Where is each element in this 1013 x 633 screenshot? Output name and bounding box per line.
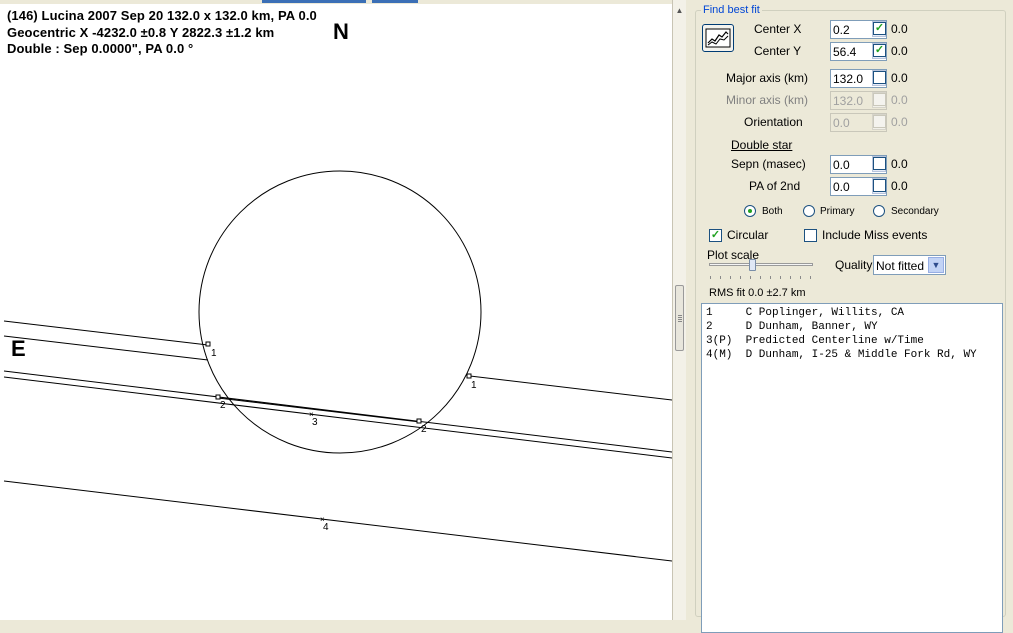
pa2-check-value: 0.0 bbox=[891, 179, 908, 193]
minor-axis-label: Minor axis (km) bbox=[726, 93, 809, 107]
pa2-checkbox[interactable] bbox=[873, 179, 886, 192]
asteroid-outline bbox=[198, 170, 482, 454]
major-axis-check-value: 0.0 bbox=[891, 71, 908, 85]
chord-2-lower bbox=[3, 376, 672, 459]
list-item[interactable]: 3(P) Predicted Centerline w/Time bbox=[706, 335, 924, 347]
chord-label-2b: 2 bbox=[421, 424, 427, 435]
plot-area: (146) Lucina 2007 Sep 20 132.0 x 132.0 k… bbox=[0, 0, 672, 620]
major-axis-checkbox[interactable] bbox=[873, 71, 886, 84]
find-best-fit-title: Find best fit bbox=[701, 4, 762, 16]
occultation-diagram: × × 1 1 2 2 3 4 bbox=[3, 170, 672, 562]
list-item[interactable]: 1 C Poplinger, Willits, CA bbox=[706, 307, 904, 319]
double-star-heading: Double star bbox=[731, 138, 793, 152]
minor-axis-check-value: 0.0 bbox=[891, 93, 908, 107]
scroll-up-arrow-icon[interactable]: ▲ bbox=[673, 4, 686, 17]
include-miss-checkbox[interactable] bbox=[804, 229, 817, 242]
chord-label-4: 4 bbox=[323, 522, 329, 533]
include-miss-label: Include Miss events bbox=[822, 228, 928, 242]
pa2-label: PA of 2nd bbox=[749, 179, 801, 193]
circular-checkbox[interactable]: ✓ bbox=[709, 229, 722, 242]
marker-2b bbox=[416, 418, 422, 424]
list-item[interactable]: 4(M) D Dunham, I-25 & Middle Fork Rd, WY bbox=[706, 349, 977, 361]
center-y-check-value: 0.0 bbox=[891, 44, 908, 58]
plot-scale-slider-track[interactable] bbox=[709, 263, 813, 266]
marker-2a bbox=[215, 394, 221, 400]
chevron-down-icon[interactable]: ▼ bbox=[928, 257, 944, 273]
minor-axis-checkbox[interactable] bbox=[873, 93, 886, 106]
plot-scale-slider-thumb[interactable] bbox=[749, 259, 756, 271]
radio-primary[interactable] bbox=[803, 205, 815, 217]
chord-1-west bbox=[3, 320, 209, 346]
marker-1b bbox=[466, 373, 472, 379]
chord-label-2a: 2 bbox=[220, 400, 226, 411]
chord-2-upper bbox=[3, 370, 672, 453]
quality-label: Quality bbox=[835, 258, 873, 272]
chord-4-miss bbox=[3, 480, 672, 562]
list-item[interactable]: 2 D Dunham, Banner, WY bbox=[706, 321, 878, 333]
orientation-label: Orientation bbox=[744, 115, 803, 129]
radio-secondary-label: Secondary bbox=[891, 206, 939, 217]
radio-both[interactable] bbox=[744, 205, 756, 217]
events-list[interactable]: 1 C Poplinger, Willits, CA 2 D Dunham, B… bbox=[701, 303, 1003, 633]
plot-vertical-scrollbar[interactable]: ▲ bbox=[672, 0, 686, 620]
orientation-check-value: 0.0 bbox=[891, 115, 908, 129]
chord-label-1a: 1 bbox=[211, 348, 217, 359]
fit-chart-icon bbox=[705, 28, 731, 48]
center-y-checkbox[interactable]: ✓ bbox=[873, 44, 886, 57]
center-x-checkbox[interactable]: ✓ bbox=[873, 22, 886, 35]
circular-label: Circular bbox=[727, 228, 769, 242]
scroll-thumb[interactable] bbox=[675, 285, 684, 351]
major-axis-label: Major axis (km) bbox=[726, 71, 809, 85]
radio-primary-label: Primary bbox=[820, 206, 855, 217]
rms-fit-text: RMS fit 0.0 ±2.7 km bbox=[709, 287, 806, 299]
sepn-label: Sepn (masec) bbox=[731, 157, 806, 171]
chord-3-centerline bbox=[217, 397, 421, 423]
center-x-check-value: 0.0 bbox=[891, 22, 908, 36]
sepn-check-value: 0.0 bbox=[891, 157, 908, 171]
quality-select[interactable]: Not fitted ▼ bbox=[873, 255, 946, 275]
radio-both-label: Both bbox=[762, 206, 783, 217]
center-x-label: Center X bbox=[754, 22, 802, 36]
chord-1-west-lower bbox=[3, 335, 209, 361]
chord-label-3: 3 bbox=[312, 417, 318, 428]
chord-1-east bbox=[469, 375, 672, 401]
fit-button[interactable] bbox=[702, 24, 734, 52]
radio-secondary[interactable] bbox=[873, 205, 885, 217]
sepn-checkbox[interactable] bbox=[873, 157, 886, 170]
center-y-label: Center Y bbox=[754, 44, 802, 58]
chord-label-1b: 1 bbox=[471, 380, 477, 391]
fit-panel: Find best fit Center X 0.2 ▲▼ ✓ 0.0 Cent… bbox=[686, 0, 1013, 633]
orientation-checkbox[interactable] bbox=[873, 115, 886, 128]
marker-1a bbox=[205, 341, 211, 347]
